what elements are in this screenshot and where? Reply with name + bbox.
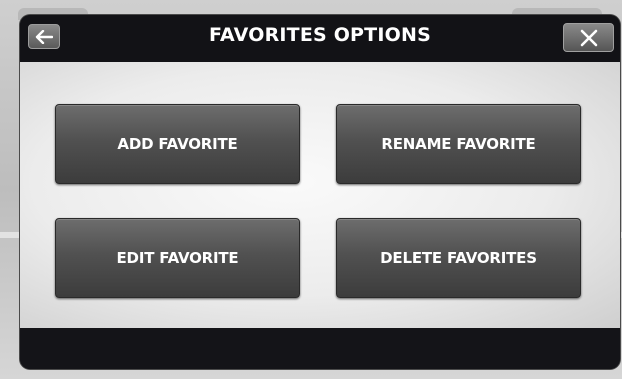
add-favorite-button[interactable]: ADD FAVORITE bbox=[55, 104, 300, 184]
footer-bar bbox=[20, 328, 620, 369]
delete-favorites-label: DELETE FAVORITES bbox=[380, 249, 537, 267]
options-panel: ADD FAVORITE RENAME FAVORITE EDIT FAVORI… bbox=[20, 62, 620, 328]
title-bar: FAVORITES OPTIONS bbox=[20, 15, 620, 62]
add-favorite-label: ADD FAVORITE bbox=[117, 135, 238, 153]
arrow-left-icon bbox=[35, 29, 53, 44]
rename-favorite-label: RENAME FAVORITE bbox=[381, 135, 536, 153]
delete-favorites-button[interactable]: DELETE FAVORITES bbox=[336, 218, 581, 298]
back-button[interactable] bbox=[28, 24, 60, 49]
close-button[interactable] bbox=[563, 23, 614, 52]
rename-favorite-button[interactable]: RENAME FAVORITE bbox=[336, 104, 581, 184]
close-x-icon bbox=[580, 29, 597, 46]
dialog-title: FAVORITES OPTIONS bbox=[209, 24, 431, 46]
edit-favorite-button[interactable]: EDIT FAVORITE bbox=[55, 218, 300, 298]
edit-favorite-label: EDIT FAVORITE bbox=[116, 249, 239, 267]
favorites-options-dialog: FAVORITES OPTIONS ADD FAVORITE RENAME FA… bbox=[20, 15, 620, 369]
